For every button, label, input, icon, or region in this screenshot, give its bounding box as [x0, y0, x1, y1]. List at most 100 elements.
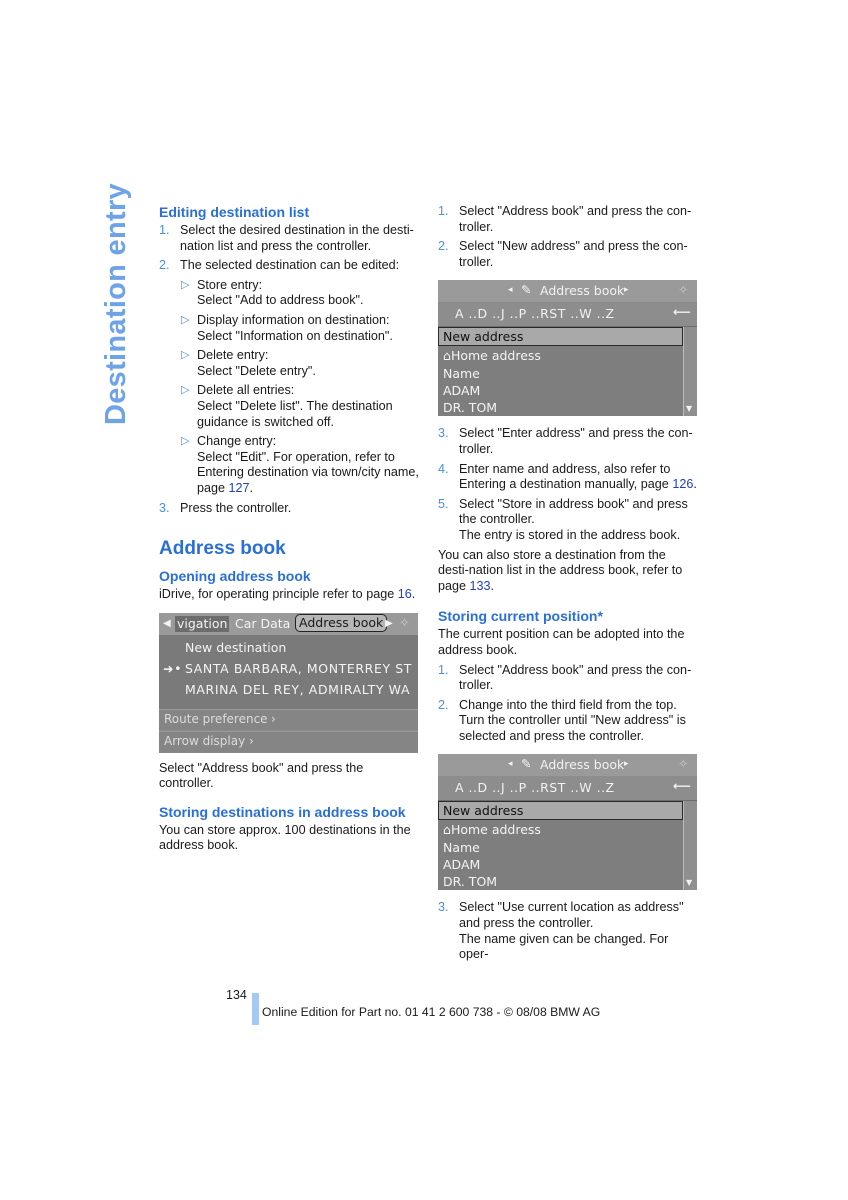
opening-heading: Opening address book: [159, 568, 311, 585]
current-position-text: The current position can be adopted into…: [438, 627, 685, 657]
arrow-right-icon: ▶: [385, 617, 393, 629]
arrow-left-icon: ◀: [163, 617, 171, 629]
page-link-133[interactable]: 133: [470, 579, 491, 593]
controller-icon: ✧: [678, 282, 689, 298]
back-arrow-icon[interactable]: ⟵: [673, 304, 691, 320]
page-number: 134: [226, 988, 247, 1002]
section-side-title: Destination entry: [100, 183, 132, 425]
bullet-item: ▷ Display information on destination: Sele…: [181, 312, 393, 343]
list-item[interactable]: DR. TOM: [443, 400, 497, 416]
list-item[interactable]: New destination: [185, 640, 286, 656]
scrollbar[interactable]: ▼: [683, 327, 697, 417]
route-preference-option[interactable]: Route preference ›: [159, 708, 418, 730]
alphabet-index[interactable]: A ..D ..J ..P ..RST ..W ..Z: [455, 306, 615, 322]
footer-accent-bar: [252, 993, 259, 1025]
address-book-header: ◂ ✎ Address book ▸ ✧: [438, 280, 697, 303]
scroll-down-icon: ▼: [686, 877, 693, 887]
list-item[interactable]: ⌂Home address: [443, 348, 541, 364]
arrow-right-icon: ▸: [624, 759, 629, 770]
right-column: 1. Select "Address book" and press the co…: [438, 204, 700, 967]
list-item[interactable]: DR. TOM: [443, 874, 497, 890]
list-item: 3. Press the controller.: [159, 500, 292, 515]
home-icon: ⌂: [443, 348, 451, 364]
menu-tab-bar: ◀ vigation Car Data Address book ▶ ✧: [159, 612, 418, 635]
tab-address-book[interactable]: Address book: [295, 613, 388, 632]
triangle-bullet-icon: ▷: [181, 435, 190, 448]
edit-options: ▷ Store entry: Select "Add to address book…: [180, 278, 421, 497]
arrow-display-option[interactable]: Arrow display ›: [159, 730, 418, 752]
controller-icon: ✧: [678, 756, 689, 772]
list-item: 2. The selected destination can be edited…: [159, 258, 421, 496]
list-item: 1. Select "Address book" and press the co…: [438, 204, 692, 234]
address-book-icon: ✎: [521, 282, 532, 298]
opening-text: iDrive, for operating principle refer to…: [159, 587, 416, 602]
tab-navigation[interactable]: vigation: [175, 615, 230, 632]
list-item[interactable]: Name: [443, 840, 480, 856]
address-list: New address ⌂Home address Name ADAM DR. …: [438, 801, 683, 891]
list-item: 1. Select the desired destination in the …: [159, 223, 414, 253]
storing-heading: Storing destinations in address book: [159, 803, 406, 820]
footer-edition: Online Edition for Part no. 01 41 2 600 …: [262, 1005, 601, 1019]
back-arrow-icon[interactable]: ⟵: [673, 778, 691, 794]
list-item: 4. Enter name and address, also refer to …: [438, 461, 697, 492]
triangle-bullet-icon: ▷: [181, 313, 190, 326]
alphabet-bar: A ..D ..J ..P ..RST ..W ..Z ⟵: [438, 302, 697, 328]
arrow-left-icon: ◂: [508, 285, 513, 296]
bullet-item: ▷ Store entry: Select "Add to address book…: [181, 277, 364, 308]
address-book-screenshot: ◂ ✎ Address book ▸ ✧ A ..D ..J ..P ..RST…: [438, 280, 697, 417]
also-store-text: You can also store a destination from th…: [438, 547, 683, 593]
idrive-menu-screenshot: ◀ vigation Car Data Address book ▶ ✧ New…: [159, 612, 418, 753]
list-item: 2. Select "New address" and press the con…: [438, 239, 688, 269]
triangle-bullet-icon: ▷: [181, 349, 190, 362]
controller-icon: ✧: [399, 615, 410, 631]
list-item: 5. Select "Store in address book" and pre…: [438, 496, 688, 542]
list-item: 3. Select "Use current location as addres…: [438, 900, 684, 962]
address-book-icon: ✎: [521, 756, 532, 772]
list-item[interactable]: ⌂Home address: [443, 822, 541, 838]
triangle-bullet-icon: ▷: [181, 384, 190, 397]
list-item[interactable]: ADAM: [443, 383, 480, 399]
enter-address-steps: 3. Select "Enter address" and press the c…: [438, 426, 700, 543]
tab-car-data[interactable]: Car Data: [235, 616, 290, 632]
select-address-book-text: Select "Address book" and press the cont…: [159, 760, 364, 791]
list-item[interactable]: MARINA DEL REY, ADMIRALTY WA: [185, 682, 410, 698]
list-item: 2. Change into the third field from the t…: [438, 697, 686, 743]
list-item[interactable]: SANTA BARBARA, MONTERREY ST: [185, 661, 412, 677]
triangle-bullet-icon: ▷: [181, 278, 190, 291]
new-address-steps: 1. Select "Address book" and press the co…: [438, 204, 700, 270]
editing-heading: Editing destination list: [159, 204, 310, 220]
arrow-small-icon: ›: [249, 733, 254, 748]
bullet-item: ▷ Delete entry: Select "Delete entry".: [181, 348, 316, 378]
alphabet-index[interactable]: A ..D ..J ..P ..RST ..W ..Z: [455, 780, 615, 796]
current-position-steps: 1. Select "Address book" and press the co…: [438, 663, 700, 745]
bullet-item: ▷ Change entry: Select "Edit". For operati…: [181, 434, 419, 495]
page-link-16[interactable]: 16: [398, 587, 412, 601]
left-column: Editing destination list 1. Select the de…: [159, 204, 421, 858]
list-item-selected[interactable]: New address: [438, 327, 683, 347]
storing-text: You can store approx. 100 destinations i…: [159, 822, 411, 853]
page-link-127[interactable]: 127: [229, 481, 250, 495]
alphabet-bar: A ..D ..J ..P ..RST ..W ..Z ⟵: [438, 776, 697, 802]
list-item: 3. Select "Enter address" and press the c…: [438, 426, 693, 456]
bullet-item: ▷ Delete all entries: Select "Delete list"…: [181, 383, 393, 429]
current-position-final-step: 3. Select "Use current location as addres…: [438, 900, 700, 962]
arrow-small-icon: ›: [271, 711, 276, 726]
address-book-header: ◂ ✎ Address book ▸ ✧: [438, 754, 697, 777]
scrollbar[interactable]: ▼: [683, 801, 697, 891]
destination-list: New destination ➜• SANTA BARBARA, MONTER…: [159, 634, 418, 719]
active-arrow-icon: ➜•: [163, 660, 183, 676]
page-link-126[interactable]: 126: [672, 477, 693, 491]
arrow-left-icon: ◂: [508, 759, 513, 770]
address-book-screenshot-2: ◂ ✎ Address book ▸ ✧ A ..D ..J ..P ..RST…: [438, 754, 697, 891]
list-item-selected[interactable]: New address: [438, 801, 683, 821]
address-list: New address ⌂Home address Name ADAM DR. …: [438, 327, 683, 417]
home-icon: ⌂: [443, 822, 451, 838]
address-book-heading: Address book: [159, 538, 286, 560]
arrow-right-icon: ▸: [624, 285, 629, 296]
list-item[interactable]: ADAM: [443, 857, 480, 873]
editing-steps: 1. Select the desired destination in the …: [159, 223, 421, 516]
current-position-heading: Storing current position*: [438, 608, 603, 625]
list-item[interactable]: Name: [443, 366, 480, 382]
scroll-down-icon: ▼: [686, 403, 693, 413]
list-item: 1. Select "Address book" and press the co…: [438, 662, 692, 693]
